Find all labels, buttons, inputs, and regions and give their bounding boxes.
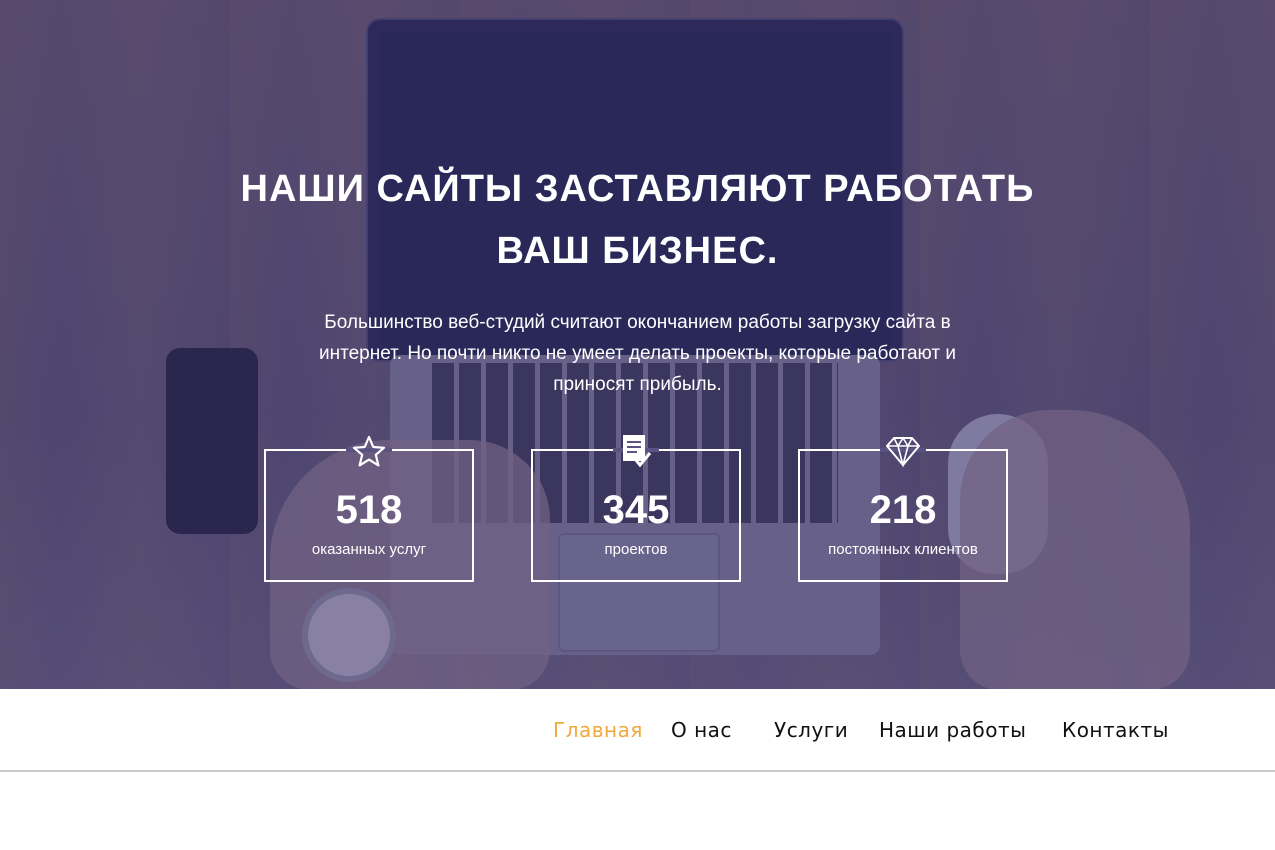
hero-subtitle: Большинство веб-студий считают окончание… [319, 312, 956, 395]
main-nav: Главная О нас Услуги Наши работы Контакт… [0, 689, 1275, 772]
stat-projects: 345 проектов [531, 435, 741, 582]
nav-item-about[interactable]: О нас [671, 717, 732, 743]
stat-clients: 218 постоянных клиентов [798, 436, 1008, 582]
nav-item-home[interactable]: Главная [553, 717, 643, 743]
nav-item-works[interactable]: Наши работы [879, 717, 1026, 743]
nav-item-services[interactable]: Услуги [774, 717, 848, 743]
stat-label: постоянных клиентов [828, 541, 978, 558]
stat-value: 345 [602, 488, 670, 532]
stat-label: проектов [604, 541, 668, 558]
hero-section: НАШИ САЙТЫ ЗАСТАВЛЯЮТ РАБОТАТЬ ВАШ БИЗНЕ… [0, 0, 1275, 689]
document-check-icon [612, 433, 660, 469]
hero-title: НАШИ САЙТЫ ЗАСТАВЛЯЮТ РАБОТАТЬ ВАШ БИЗНЕ… [0, 158, 1275, 282]
stat-value: 218 [869, 488, 937, 532]
hero-title-line-2: ВАШ БИЗНЕС. [496, 230, 779, 272]
star-icon [345, 433, 393, 469]
diamond-icon [879, 433, 927, 469]
stat-services: 518 оказанных услуг [264, 435, 474, 582]
hero-title-line-1: НАШИ САЙТЫ ЗАСТАВЛЯЮТ РАБОТАТЬ [240, 168, 1035, 210]
nav-item-contacts[interactable]: Контакты [1062, 717, 1169, 743]
stat-label: оказанных услуг [311, 541, 427, 558]
stat-value: 518 [335, 488, 403, 532]
